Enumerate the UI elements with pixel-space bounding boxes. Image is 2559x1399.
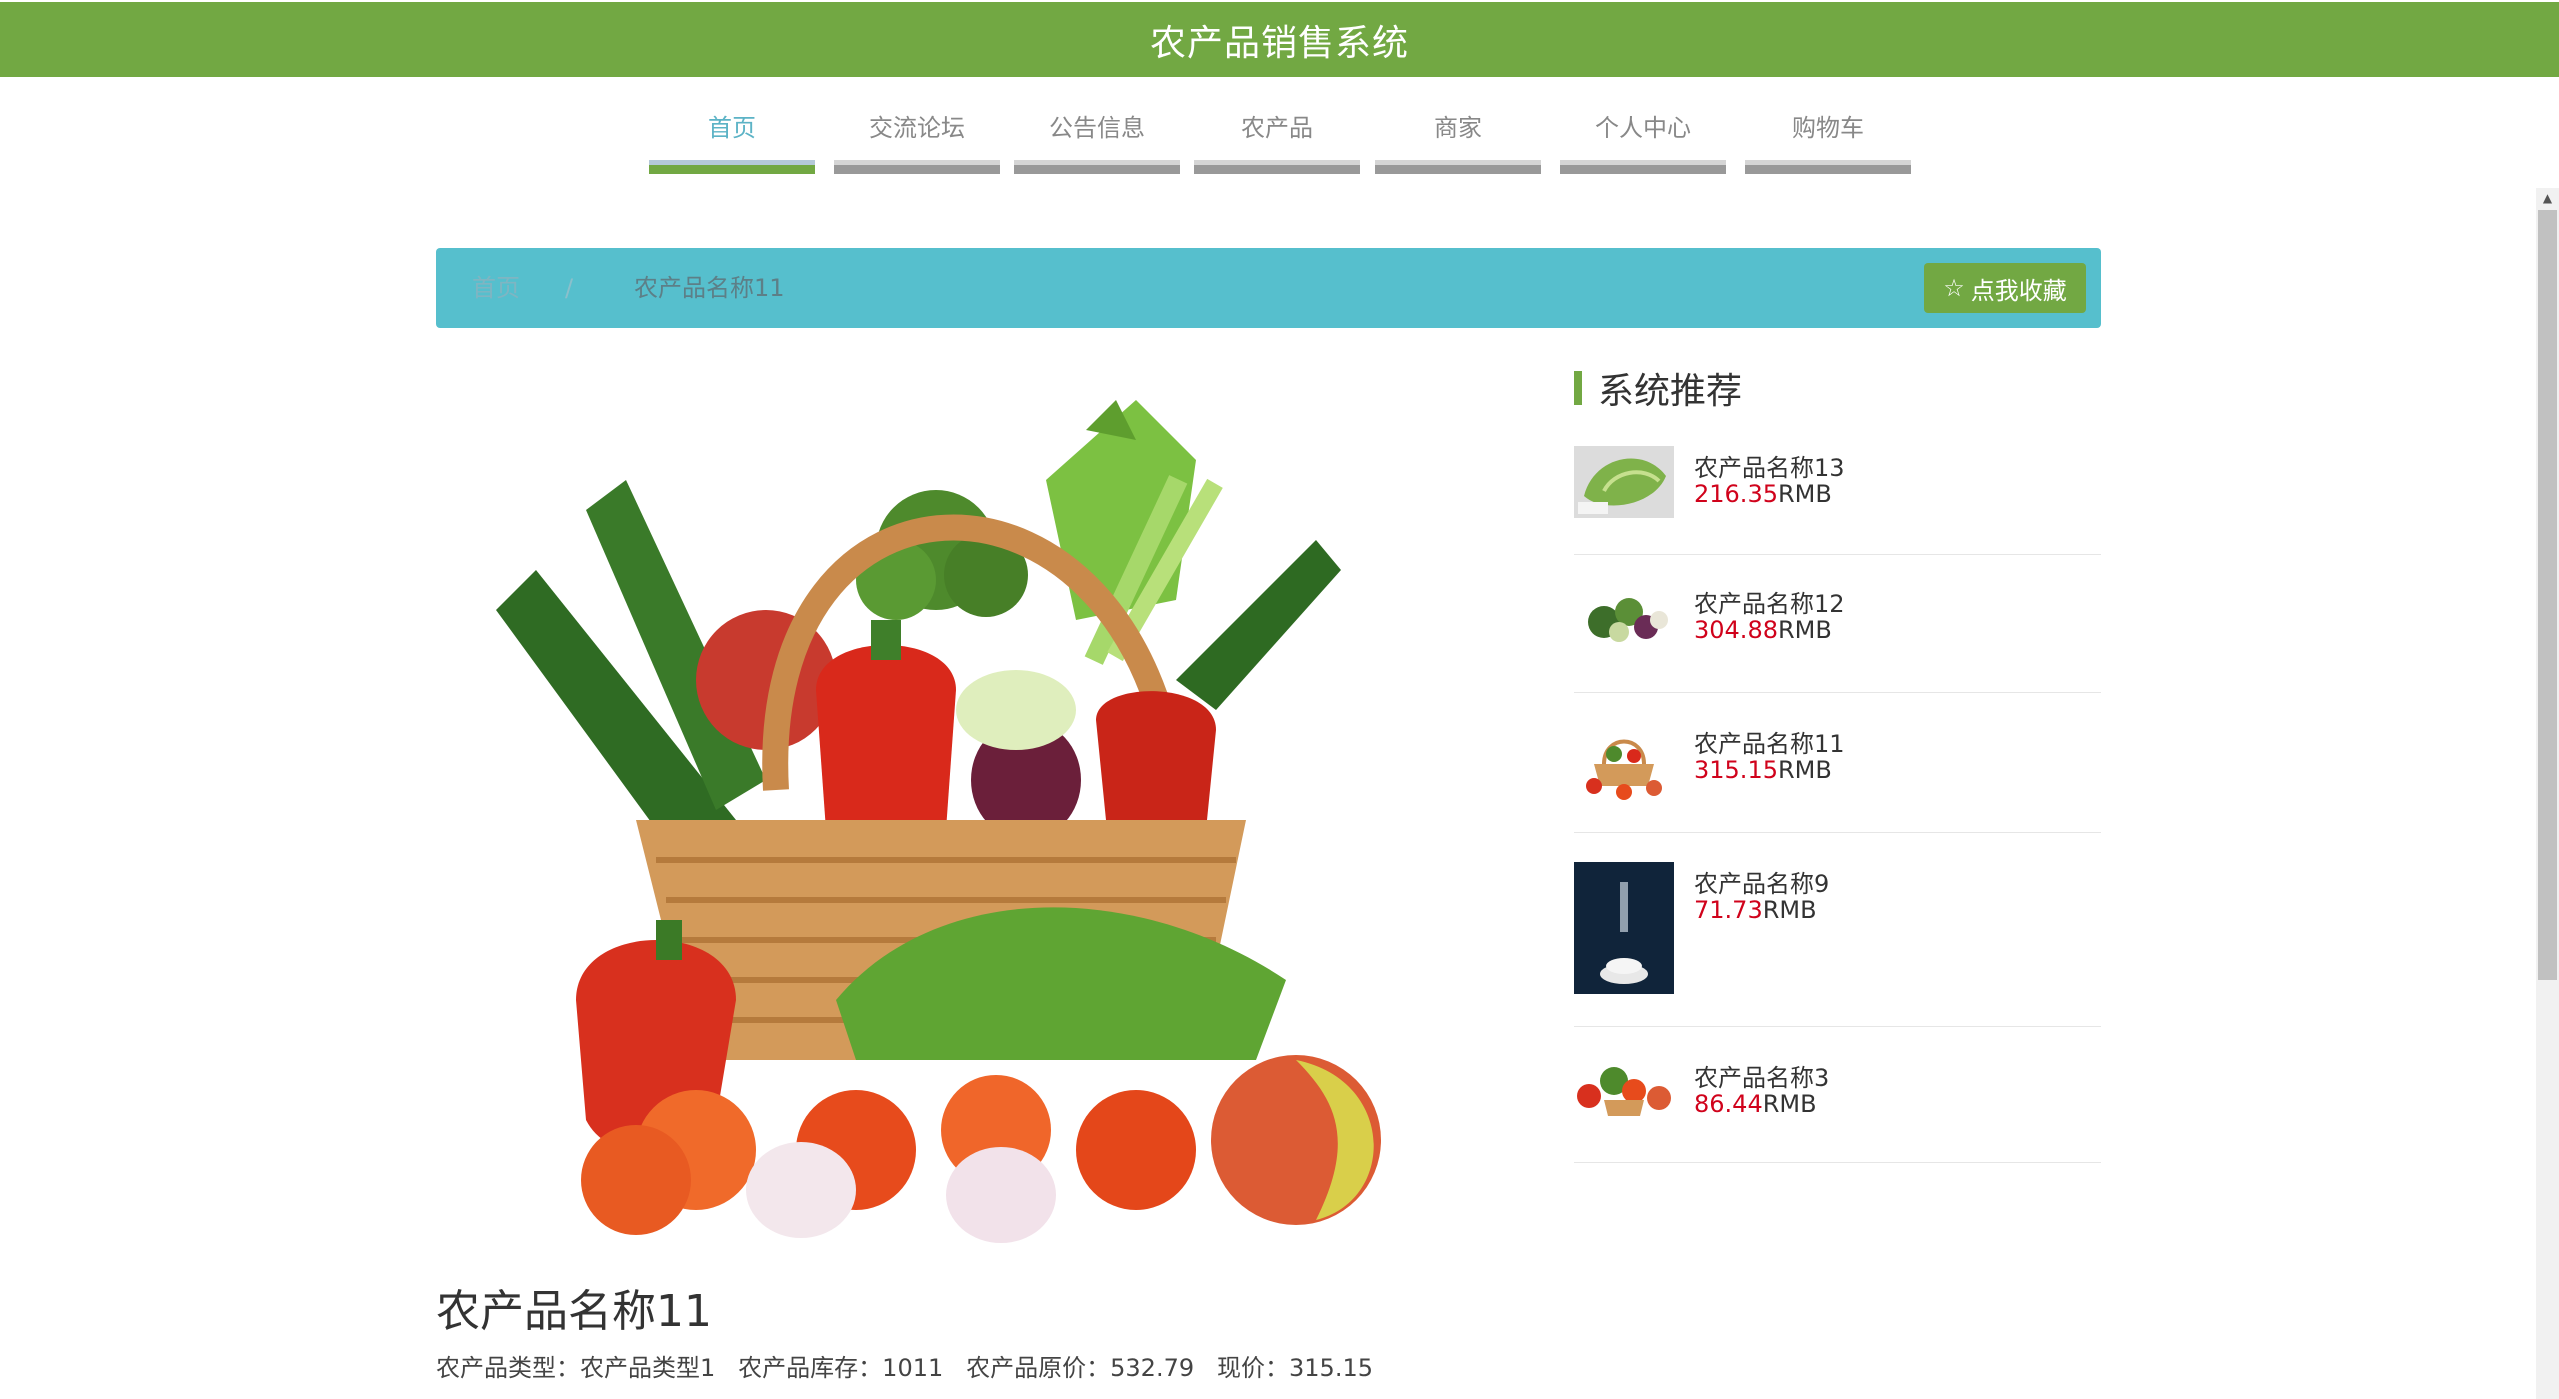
recommend-item-price: 315.15RMB [1694,756,1832,784]
nav-item-underline [1375,160,1541,174]
nav-item-label: 农产品 [1241,114,1313,142]
nav-item-underline [1560,160,1726,174]
recommend-item-name: 农产品名称9 [1694,870,1830,898]
recommend-item[interactable]: 农产品名称13 216.35RMB [1574,440,2101,555]
recommend-item-price-value: 71.73 [1694,896,1763,924]
recommend-item-price: 71.73RMB [1694,896,1817,924]
product-type-label: 农产品类型： [436,1354,580,1382]
recommend-item-price: 216.35RMB [1694,480,1832,508]
nav-item-notices[interactable]: 公告信息 [1014,108,1180,174]
nav-item-home[interactable]: 首页 [649,108,815,174]
product-title: 农产品名称11 [436,1286,712,1337]
recommend-item-name: 农产品名称13 [1694,454,1845,482]
recommend-item-currency: RMB [1777,756,1832,784]
recommend-item-currency: RMB [1762,1090,1817,1118]
recommend-item-price-value: 304.88 [1694,616,1778,644]
recommend-item-currency: RMB [1777,616,1832,644]
recommend-item-price: 304.88RMB [1694,616,1832,644]
recommend-heading-text: 系统推荐 [1598,371,1743,412]
nav-item-cart[interactable]: 购物车 [1745,108,1911,174]
star-outline-icon: ☆ [1943,274,1965,302]
recommend-item[interactable]: 农产品名称3 86.44RMB [1574,1050,2101,1163]
nav-item-underline [1745,160,1911,174]
product-current-price-label: 现价： [1217,1354,1290,1382]
recommend-item-price-value: 216.35 [1694,480,1778,508]
vegetable-basket-2-image [1574,1056,1674,1120]
nav-item-label: 首页 [708,114,756,142]
recommend-item-currency: RMB [1777,480,1832,508]
product-original-price-value: 532.79 [1110,1354,1195,1382]
app-title: 农产品销售系统 [1149,22,1409,64]
main-nav: 首页 交流论坛 公告信息 农产品 商家 个人中心 购物车 [0,108,2559,174]
rice-poster-image [1574,862,1674,994]
recommend-item[interactable]: 农产品名称9 71.73RMB [1574,856,2101,1027]
nav-item-underline [1194,160,1360,174]
nav-item-label: 个人中心 [1595,114,1691,142]
nav-item-underline [1014,160,1180,174]
recommend-item-price-value: 86.44 [1694,1090,1763,1118]
recommend-item-name: 农产品名称11 [1694,730,1845,758]
recommend-item-name: 农产品名称12 [1694,590,1845,618]
recommend-item-price: 86.44RMB [1694,1090,1817,1118]
favorite-button-label: 点我收藏 [1970,276,2067,305]
nav-item-products[interactable]: 农产品 [1194,108,1360,174]
product-stock-label: 农产品库存： [738,1354,883,1382]
product-stock-value: 1011 [882,1354,944,1382]
app-header: 农产品销售系统 [0,2,2559,77]
nav-item-forum[interactable]: 交流论坛 [834,108,1000,174]
recommend-heading: 系统推荐 [1574,362,1742,414]
vegetables-pile-image [1574,582,1674,654]
nav-item-underline [649,160,815,174]
product-image [436,360,1436,1244]
product-original-price-label: 农产品原价： [966,1354,1111,1382]
heading-accent-bar [1574,371,1582,405]
breadcrumb-separator: / [565,274,574,302]
cabbage-image [1574,446,1674,518]
scroll-up-arrow-icon[interactable]: ▲ [2536,192,2559,204]
recommend-item-currency: RMB [1762,896,1817,924]
product-current-price-value: 315.15 [1289,1354,1373,1382]
favorite-button[interactable]: ☆ 点我收藏 [1924,263,2086,313]
recommend-item-price-value: 315.15 [1694,756,1778,784]
nav-item-label: 公告信息 [1049,114,1145,142]
nav-item-merchants[interactable]: 商家 [1375,108,1541,174]
nav-item-label: 交流论坛 [869,114,965,142]
recommend-item-name: 农产品名称3 [1694,1064,1830,1092]
nav-item-underline [834,160,1000,174]
breadcrumb: 首页 / 农产品名称11 ☆ 点我收藏 [436,248,2101,328]
vegetable-basket-image [496,400,1381,1243]
scrollbar-thumb[interactable] [2538,210,2557,980]
product-meta: 农产品类型：农产品类型1 农产品库存：1011 农产品原价：532.79 现价：… [436,1348,1373,1383]
breadcrumb-home-link[interactable]: 首页 [472,248,520,328]
vegetable-basket-image [1574,724,1674,802]
product-type-value: 农产品类型1 [580,1354,716,1382]
nav-item-label: 购物车 [1792,114,1864,142]
recommend-item[interactable]: 农产品名称12 304.88RMB [1574,578,2101,693]
page-scrollbar[interactable]: ▲ [2536,188,2559,1399]
nav-item-personal-center[interactable]: 个人中心 [1560,108,1726,174]
nav-item-label: 商家 [1434,114,1482,142]
recommend-item[interactable]: 农产品名称11 315.15RMB [1574,716,2101,833]
breadcrumb-current: 农产品名称11 [634,274,785,302]
